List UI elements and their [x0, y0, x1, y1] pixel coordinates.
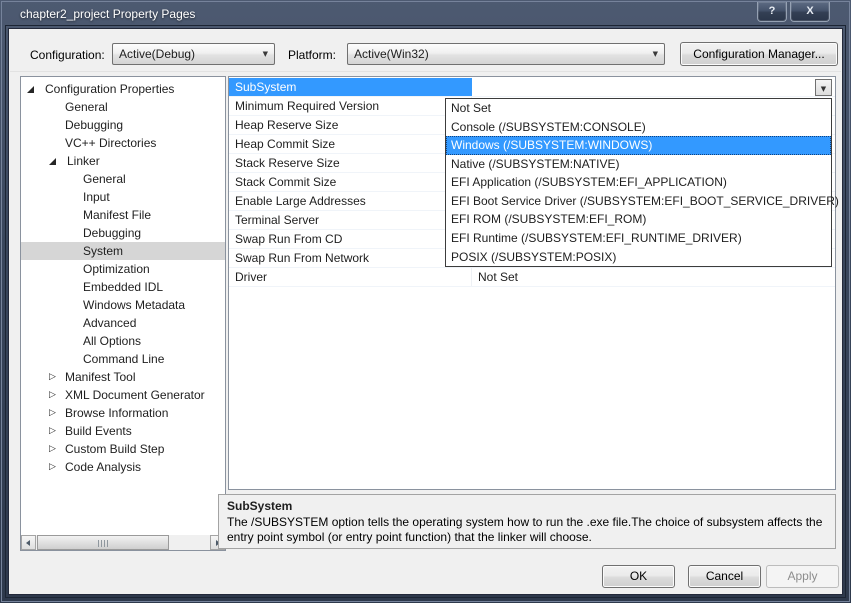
dropdown-option-efi-runtime[interactable]: EFI Runtime (/SUBSYSTEM:EFI_RUNTIME_DRIV…	[446, 229, 831, 248]
tree-item-linker-all-options[interactable]: All Options	[21, 332, 225, 350]
description-title: SubSystem	[227, 499, 293, 513]
tree-item-configuration-properties[interactable]: Configuration Properties	[21, 80, 225, 98]
chevron-down-icon: ▼	[652, 50, 658, 58]
tree-item-linker-system[interactable]: System	[21, 242, 225, 260]
expanded-icon	[49, 158, 56, 165]
chevron-down-icon: ▼	[820, 85, 827, 93]
close-button[interactable]: X	[790, 2, 830, 22]
expanded-icon	[27, 86, 34, 93]
tree-item-xml-document-generator[interactable]: ▷ XML Document Generator	[21, 386, 225, 404]
grip-icon	[98, 540, 108, 547]
apply-button[interactable]: Apply	[766, 565, 839, 588]
help-button[interactable]: ?	[757, 2, 787, 22]
tree-item-linker[interactable]: Linker	[21, 152, 225, 170]
dropdown-option-posix[interactable]: POSIX (/SUBSYSTEM:POSIX)	[446, 248, 831, 267]
platform-label: Platform:	[288, 48, 337, 62]
collapsed-icon: ▷	[49, 408, 56, 418]
property-pages-dialog: chapter2_project Property Pages ? X Conf…	[0, 0, 851, 603]
toolbar-divider	[10, 71, 841, 72]
subsystem-combo-dropdown-button[interactable]: ▼	[815, 79, 832, 96]
platform-select[interactable]: Active(Win32) ▼	[347, 43, 665, 65]
collapsed-icon: ▷	[49, 390, 56, 400]
configuration-select[interactable]: Active(Debug) ▼	[112, 43, 275, 65]
dropdown-option-efi-application[interactable]: EFI Application (/SUBSYSTEM:EFI_APPLICAT…	[446, 173, 831, 192]
configuration-value: Active(Debug)	[119, 47, 196, 61]
subsystem-dropdown-list: Not Set Console (/SUBSYSTEM:CONSOLE) Win…	[445, 98, 839, 267]
close-icon: X	[806, 5, 814, 17]
tree-item-build-events[interactable]: ▷ Build Events	[21, 422, 225, 440]
description-body: The /SUBSYSTEM option tells the operatin…	[227, 515, 823, 544]
tree-item-debugging[interactable]: Debugging	[21, 116, 225, 134]
scroll-left-icon	[26, 540, 30, 546]
property-description-box: SubSystem The /SUBSYSTEM option tells th…	[218, 494, 836, 549]
collapsed-icon: ▷	[49, 426, 56, 436]
tree-item-linker-advanced[interactable]: Advanced	[21, 314, 225, 332]
property-row-subsystem[interactable]: SubSystem	[229, 78, 835, 97]
tree-item-manifest-tool[interactable]: ▷ Manifest Tool	[21, 368, 225, 386]
configuration-label: Configuration:	[30, 48, 105, 62]
tree-item-linker-input[interactable]: Input	[21, 188, 225, 206]
tree-item-vcpp-directories[interactable]: VC++ Directories	[21, 134, 225, 152]
collapsed-icon: ▷	[49, 444, 56, 454]
ok-button[interactable]: OK	[602, 565, 675, 588]
dropdown-option-console[interactable]: Console (/SUBSYSTEM:CONSOLE)	[446, 118, 831, 137]
tree-horizontal-scrollbar[interactable]	[21, 535, 225, 550]
collapsed-icon: ▷	[49, 462, 56, 472]
chevron-down-icon: ▼	[262, 50, 268, 58]
scrollbar-thumb[interactable]	[37, 535, 169, 550]
dropdown-option-efi-rom[interactable]: EFI ROM (/SUBSYSTEM:EFI_ROM)	[446, 210, 831, 229]
tree-item-custom-build-step[interactable]: ▷ Custom Build Step	[21, 440, 225, 458]
configuration-manager-button[interactable]: Configuration Manager...	[680, 42, 838, 66]
property-row-driver[interactable]: Driver Not Set	[229, 268, 835, 287]
tree-item-code-analysis[interactable]: ▷ Code Analysis	[21, 458, 225, 476]
tree-item-linker-windows-metadata[interactable]: Windows Metadata	[21, 296, 225, 314]
tree-item-linker-general[interactable]: General	[21, 170, 225, 188]
platform-value: Active(Win32)	[354, 47, 429, 61]
scroll-left-button[interactable]	[21, 535, 36, 550]
tree-item-linker-embedded-idl[interactable]: Embedded IDL	[21, 278, 225, 296]
collapsed-icon: ▷	[49, 372, 56, 382]
dropdown-option-windows[interactable]: Windows (/SUBSYSTEM:WINDOWS)	[446, 136, 831, 155]
tree-item-linker-optimization[interactable]: Optimization	[21, 260, 225, 278]
tree-item-general[interactable]: General	[21, 98, 225, 116]
cancel-button[interactable]: Cancel	[688, 565, 761, 588]
dropdown-option-not-set[interactable]: Not Set	[446, 99, 831, 118]
tree-item-browse-information[interactable]: ▷ Browse Information	[21, 404, 225, 422]
tree-item-linker-command-line[interactable]: Command Line	[21, 350, 225, 368]
help-icon: ?	[768, 5, 776, 17]
window-title: chapter2_project Property Pages	[20, 7, 196, 21]
tree-item-linker-manifest-file[interactable]: Manifest File	[21, 206, 225, 224]
dropdown-option-efi-boot-service-driver[interactable]: EFI Boot Service Driver (/SUBSYSTEM:EFI_…	[446, 192, 839, 211]
dropdown-option-native[interactable]: Native (/SUBSYSTEM:NATIVE)	[446, 155, 831, 174]
tree-item-linker-debugging[interactable]: Debugging	[21, 224, 225, 242]
